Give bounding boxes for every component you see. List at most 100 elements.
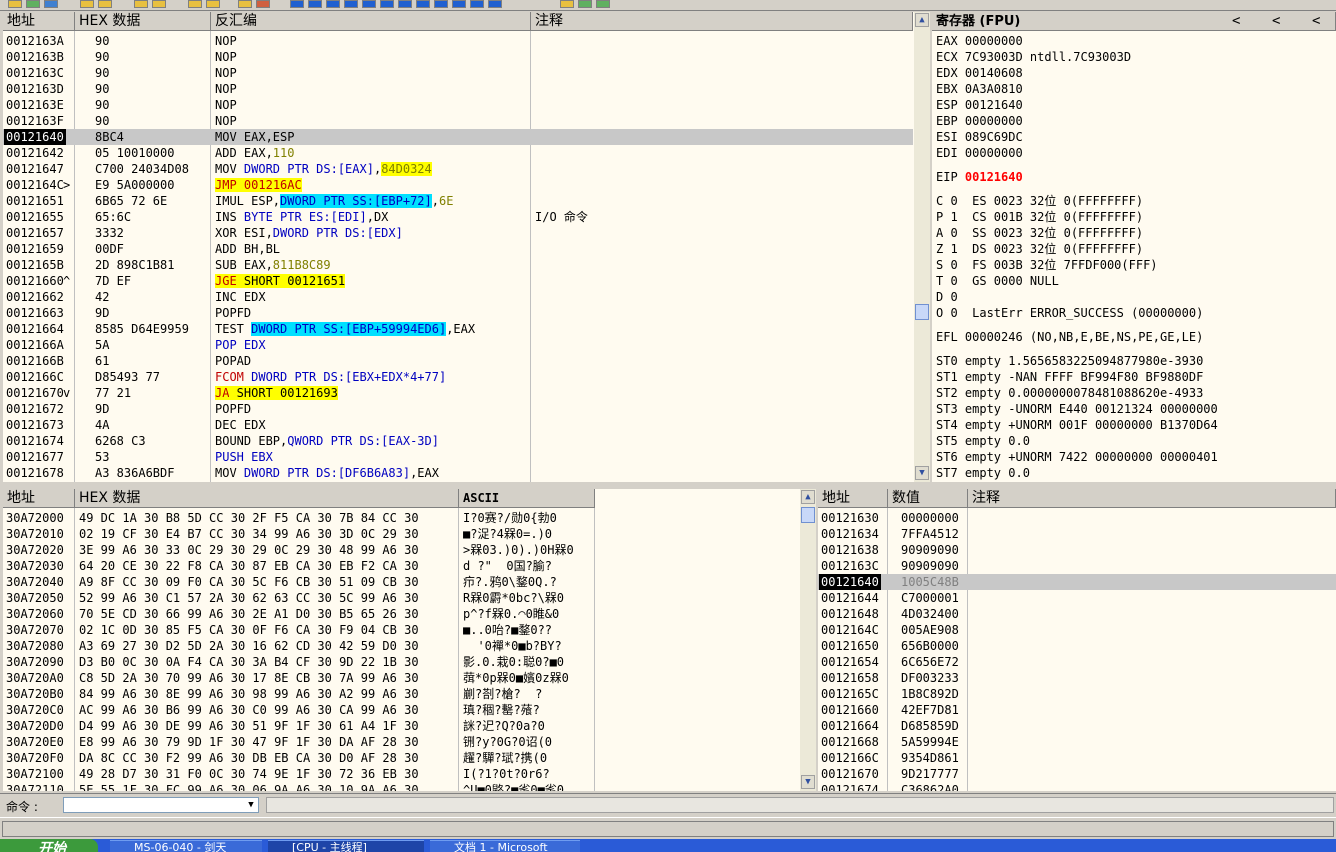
disassembly-row[interactable]: 00121677 53 PUSH EBX [3, 449, 913, 465]
dump-row[interactable]: 30A72060 70 5E CD 30 66 99 A6 30 2E A1 D0… [3, 606, 799, 622]
disassembly-row[interactable]: 00121662 42 INC EDX [3, 289, 913, 305]
disassembly-row[interactable]: 00121673 4A DEC EDX [3, 417, 913, 433]
register-line[interactable]: ESP 00121640 [936, 97, 1023, 113]
stack-row[interactable]: 00121640 1005C48B [818, 574, 1336, 590]
dump-row[interactable]: 30A720D0 D4 99 A6 30 DE 99 A6 30 51 9F 1F… [3, 718, 799, 734]
window-button-t-icon[interactable] [344, 0, 358, 8]
register-line[interactable]: O 0 LastErr ERROR_SUCCESS (00000000) [936, 305, 1203, 321]
register-line[interactable]: EBP 00000000 [936, 113, 1023, 129]
window-button-w-icon[interactable] [362, 0, 376, 8]
registers-nav-icon[interactable]: < [1272, 13, 1280, 29]
scroll-up-icon[interactable]: ▲ [915, 13, 929, 27]
disassembly-row[interactable]: 00121659 00DF ADD BH,BL [3, 241, 913, 257]
taskbar-item[interactable]: 文档 1 - Microsoft [430, 840, 580, 852]
dump-row[interactable]: 30A72040 A9 8F CC 30 09 F0 CA 30 5C F6 CB… [3, 574, 799, 590]
disassembly-row[interactable]: 00121642 05 10010000 ADD EAX,110 [3, 145, 913, 161]
stack-row[interactable]: 00121658 DF003233 [818, 670, 1336, 686]
toolbar-button-icon[interactable] [578, 0, 592, 8]
window-button-s-icon[interactable] [488, 0, 502, 8]
window-button-h-icon[interactable] [380, 0, 394, 8]
toolbar-button-icon[interactable] [80, 0, 94, 8]
registers-nav-icon[interactable]: < [1312, 13, 1320, 29]
scroll-down-icon[interactable]: ▼ [915, 466, 929, 480]
window-button-p-icon[interactable] [416, 0, 430, 8]
register-line[interactable]: ST1 empty -NAN FFFF BF994F80 BF9880DF [936, 369, 1203, 385]
register-line[interactable]: ST6 empty +UNORM 7422 00000000 00000401 [936, 449, 1218, 465]
scroll-thumb[interactable] [915, 304, 929, 320]
register-line[interactable]: Z 1 DS 0023 32位 0(FFFFFFFF) [936, 241, 1143, 257]
dump-row[interactable]: 30A72050 52 99 A6 30 C1 57 2A 30 62 63 CC… [3, 590, 799, 606]
disassembly-scrollbar[interactable]: ▲ ▼ [914, 12, 930, 482]
disassembly-row[interactable]: 00121664 8585 D64E9959 TEST DWORD PTR SS:[… [3, 321, 913, 337]
disassembly-row[interactable]: 0012166A 5A POP EDX [3, 337, 913, 353]
register-line[interactable]: EIP 00121640 [936, 169, 1023, 185]
disassembly-row[interactable]: 0012163C 90 NOP [3, 65, 913, 81]
disassembly-row[interactable]: 00121678 A3 836A6BDF MOV DWORD PTR DS:[DF6… [3, 465, 913, 481]
dump-row[interactable]: 30A72010 02 19 CF 30 E4 B7 CC 30 34 99 A6… [3, 526, 799, 542]
dump-row[interactable]: 30A72020 3E 99 A6 30 33 0C 29 30 29 0C 29… [3, 542, 799, 558]
dump-header-ascii[interactable]: ASCII [459, 489, 595, 508]
register-line[interactable]: ST7 empty 0.0 [936, 465, 1030, 481]
disassembly-row[interactable]: 0012163F 90 NOP [3, 113, 913, 129]
stack-row[interactable]: 00121668 5A59994E [818, 734, 1336, 750]
register-line[interactable]: ST0 empty 1.5656583225094877980e-3930 [936, 353, 1203, 369]
dump-header-hex[interactable]: HEX 数据 [75, 489, 459, 508]
window-button-m-icon[interactable] [326, 0, 340, 8]
register-line[interactable]: ST5 empty 0.0 [936, 433, 1030, 449]
register-line[interactable]: EFL 00000246 (NO,NB,E,BE,NS,PE,GE,LE) [936, 329, 1203, 345]
toolbar-button-icon[interactable] [560, 0, 574, 8]
register-line[interactable]: D 0 [936, 289, 958, 305]
toolbar-button-icon[interactable] [44, 0, 58, 8]
stack-row[interactable]: 00121660 42EF7D81 [818, 702, 1336, 718]
stack-row[interactable]: 00121650 656B0000 [818, 638, 1336, 654]
dump-row[interactable]: 30A72110 5E 55 1F 30 FC 99 A6 30 06 9A A6… [3, 782, 799, 791]
dump-row[interactable]: 30A720B0 84 99 A6 30 8E 99 A6 30 98 99 A6… [3, 686, 799, 702]
disassembly-row[interactable]: 0012163D 90 NOP [3, 81, 913, 97]
disassembly-row[interactable]: 0012166C D85493 77 FCOM DWORD PTR DS:[EBX+… [3, 369, 913, 385]
disassembly-row[interactable]: 00121647 C700 24034D08 MOV DWORD PTR DS:[E… [3, 161, 913, 177]
scroll-down-icon[interactable]: ▼ [801, 775, 815, 789]
stack-row[interactable]: 0012164C 005AE908 [818, 622, 1336, 638]
register-line[interactable]: EBX 0A3A0810 [936, 81, 1023, 97]
disassembly-row[interactable]: 00121657 3332 XOR ESI,DWORD PTR DS:[EDX] [3, 225, 913, 241]
disassembly-row[interactable]: 00121663 9D POPFD [3, 305, 913, 321]
toolbar-button-icon[interactable] [152, 0, 166, 8]
window-button-k-icon[interactable] [434, 0, 448, 8]
stack-header-value[interactable]: 数值 [888, 489, 968, 508]
disassembly-row[interactable]: 00121670 v 77 21 JA SHORT 00121693 [3, 385, 913, 401]
disassembly-row[interactable]: 00121651 6B65 72 6E IMUL ESP,DWORD PTR SS:… [3, 193, 913, 209]
register-line[interactable]: EDX 00140608 [936, 65, 1023, 81]
disassembly-row[interactable]: 00121674 6268 C3 BOUND EBP,QWORD PTR DS:[E… [3, 433, 913, 449]
stack-row[interactable]: 00121664 D685859D [818, 718, 1336, 734]
window-button-e-icon[interactable] [308, 0, 322, 8]
window-button-c-icon[interactable] [398, 0, 412, 8]
disassembly-row[interactable]: 0012163A 90 NOP [3, 33, 913, 49]
stack-header-address[interactable]: 地址 [818, 489, 888, 508]
register-line[interactable]: P 1 CS 001B 32位 0(FFFFFFFF) [936, 209, 1143, 225]
disassembly-row[interactable]: 00121655 65:6C INS BYTE PTR ES:[EDI],DX I/O… [3, 209, 913, 225]
disassembly-row[interactable]: 00121672 9D POPFD [3, 401, 913, 417]
register-line[interactable]: S 0 FS 003B 32位 7FFDF000(FFF) [936, 257, 1158, 273]
taskbar-item[interactable]: [CPU - 主线程] [268, 840, 424, 852]
dump-row[interactable]: 30A72100 49 28 D7 30 31 F0 0C 30 74 9E 1F… [3, 766, 799, 782]
dump-header-address[interactable]: 地址 [3, 489, 75, 508]
register-line[interactable]: ST3 empty -UNORM E440 00121324 00000000 [936, 401, 1218, 417]
window-button-b-icon[interactable] [452, 0, 466, 8]
stack-row[interactable]: 00121644 C7000001 [818, 590, 1336, 606]
toolbar-button-icon[interactable] [8, 0, 22, 8]
register-line[interactable]: ESI 089C69DC [936, 129, 1023, 145]
disassembly-row[interactable]: 00121640 8BC4 MOV EAX,ESP [3, 129, 913, 145]
dump-row[interactable]: 30A72090 D3 B0 0C 30 0A F4 CA 30 3A B4 CF… [3, 654, 799, 670]
stack-row[interactable]: 0012165C 1B8C892D [818, 686, 1336, 702]
dump-row[interactable]: 30A720A0 C8 5D 2A 30 70 99 A6 30 17 8E CB… [3, 670, 799, 686]
window-button-r-icon[interactable] [470, 0, 484, 8]
dump-row[interactable]: 30A720C0 AC 99 A6 30 B6 99 A6 30 C0 99 A6… [3, 702, 799, 718]
taskbar-item[interactable]: MS-06-040 - 剑天 [110, 840, 262, 852]
register-line[interactable]: C 0 ES 0023 32位 0(FFFFFFFF) [936, 193, 1143, 209]
command-input[interactable] [63, 797, 259, 813]
toolbar-button-icon[interactable] [26, 0, 40, 8]
stack-row[interactable]: 00121638 90909090 [818, 542, 1336, 558]
toolbar-button-icon[interactable] [188, 0, 202, 8]
scroll-thumb[interactable] [801, 507, 815, 523]
stack-row[interactable]: 0012163C 90909090 [818, 558, 1336, 574]
